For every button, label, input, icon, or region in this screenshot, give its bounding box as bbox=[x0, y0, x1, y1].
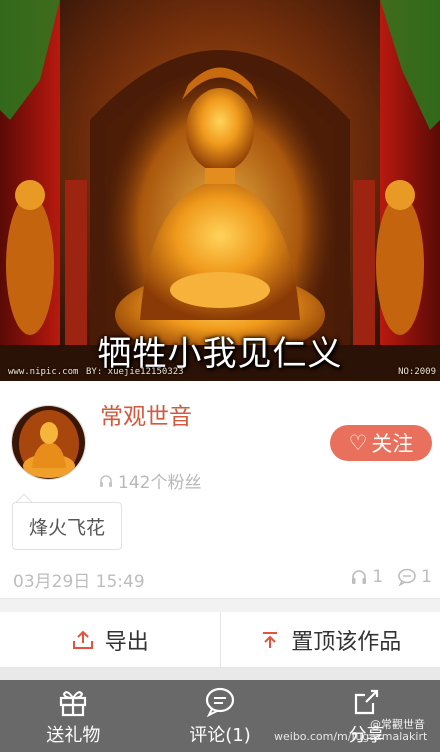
action-bar: 导出 置顶该作品 bbox=[0, 612, 440, 668]
share-icon bbox=[354, 689, 378, 715]
export-label: 导出 bbox=[104, 629, 149, 655]
gift-label: 送礼物 bbox=[46, 725, 101, 746]
image-watermark-author: BY: xuejie12150323 bbox=[86, 367, 184, 377]
fans-text: 142个粉丝 bbox=[118, 473, 202, 493]
gift-tab[interactable]: 送礼物 bbox=[0, 680, 147, 752]
avatar[interactable] bbox=[11, 405, 86, 480]
pin-to-top-button[interactable]: 置顶该作品 bbox=[219, 612, 440, 667]
pin-top-icon bbox=[263, 631, 278, 648]
comment-bubble-icon bbox=[398, 568, 416, 586]
image-watermark-number: NO:2009 bbox=[398, 367, 436, 377]
section-divider bbox=[0, 598, 440, 612]
heart-icon: ♡ bbox=[348, 430, 368, 455]
buddha-illustration bbox=[0, 0, 440, 381]
follow-button[interactable]: ♡ 关注 bbox=[330, 425, 432, 461]
author-name[interactable]: 常观世音 bbox=[100, 397, 192, 431]
comment-tab[interactable]: 评论(1) bbox=[147, 680, 294, 752]
post-image[interactable]: 牺牲小我见仁义 www.nipic.com BY: xuejie12150323… bbox=[0, 0, 440, 381]
comment-stat: 1 bbox=[397, 567, 432, 587]
export-icon bbox=[72, 630, 93, 649]
page: 牺牲小我见仁义 www.nipic.com BY: xuejie12150323… bbox=[0, 0, 440, 752]
pin-label: 置顶该作品 bbox=[291, 629, 402, 655]
bottom-gap bbox=[0, 668, 440, 680]
follow-label: 关注 bbox=[371, 432, 414, 456]
avatar-image bbox=[12, 406, 85, 479]
headphones-icon bbox=[100, 474, 112, 487]
gift-icon bbox=[60, 691, 87, 717]
comment-icon bbox=[205, 687, 235, 717]
comment-count: 1 bbox=[421, 567, 432, 587]
post-timestamp: 03月29日 15:49 bbox=[13, 572, 145, 592]
export-button[interactable]: 导出 bbox=[0, 612, 220, 667]
comment-label: 评论(1) bbox=[189, 725, 251, 746]
post-stats: 1 1 bbox=[336, 567, 432, 587]
image-watermark-site: www.nipic.com bbox=[8, 367, 79, 377]
weibo-handle-watermark: @常觀世音 bbox=[370, 718, 425, 731]
headphones-icon bbox=[352, 570, 367, 584]
post-tag[interactable]: 烽火飞花 bbox=[12, 502, 122, 550]
listen-count: 1 bbox=[372, 567, 384, 587]
listen-stat: 1 bbox=[350, 567, 383, 587]
fans-count[interactable]: 142个粉丝 bbox=[98, 468, 201, 493]
